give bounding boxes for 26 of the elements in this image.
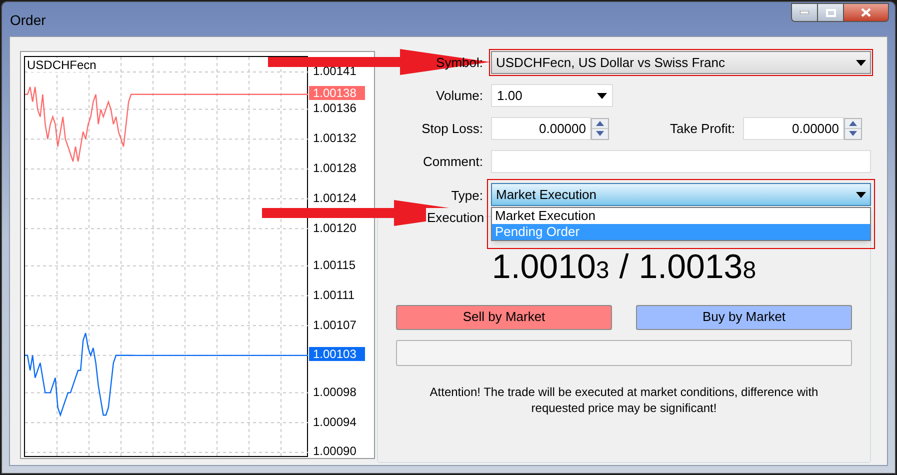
symbol-label: USDCHFecn [27, 58, 96, 72]
field-label: Volume: [435, 86, 484, 105]
field-label: Symbol: [435, 54, 484, 72]
attention-notice: Attention! The trade will be executed at market conditions, difference with requested price may be significant! [428, 384, 820, 416]
axis-label: 1.00115 [313, 258, 356, 272]
axis-label: 1.00124 [313, 190, 356, 205]
bid-price-tag: 1.00103 [309, 347, 365, 362]
field-label: Type: [450, 187, 484, 205]
axis-label: 1.00132 [313, 131, 356, 146]
field-label: Stop Loss: [420, 120, 484, 138]
price-separator: / [619, 246, 629, 286]
axis-label: 1.00107 [313, 318, 356, 332]
axis-label: 1.00111 [313, 288, 355, 302]
field-label: Comment: [422, 152, 484, 171]
window-title: Order [10, 11, 46, 30]
axis-label: 1.00098 [313, 384, 356, 399]
bid-price: 1.00103 [492, 246, 610, 288]
ask-price-tag: 1.00138 [309, 86, 365, 100]
ask-price: 1.00138 [638, 246, 756, 288]
axis-label: 1.00141 [313, 64, 356, 78]
axis-label: 1.00094 [313, 414, 356, 429]
axis-label: 1.00128 [313, 160, 356, 175]
axis-label: 1.00136 [313, 101, 356, 116]
axis-label: 1.00120 [313, 220, 356, 235]
field-label: Take Profit: [668, 120, 736, 138]
axis-label: 1.00090 [313, 444, 356, 458]
